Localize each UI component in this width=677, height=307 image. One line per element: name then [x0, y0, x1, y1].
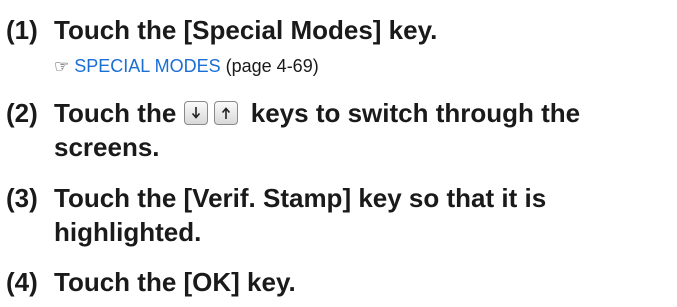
step-text-line-1: Touch the keys to switch through the — [54, 97, 580, 129]
step-text: Touch the [OK] key. — [54, 267, 296, 297]
arrow-up-key-icon — [213, 101, 238, 125]
step-number: (2) — [6, 98, 38, 128]
step-text: Touch the — [54, 98, 177, 128]
step-text-line-2: screens. — [54, 132, 160, 162]
reference-link[interactable]: SPECIAL MODES — [74, 56, 220, 76]
step-text: Touch the [Special Modes] key. — [54, 15, 438, 45]
arrow-down-key-icon — [183, 101, 208, 125]
step-number: (3) — [6, 183, 38, 213]
step-text-line-2: highlighted. — [54, 217, 202, 247]
pointing-hand-icon: ☞ — [54, 57, 70, 76]
step-text: keys to switch through the — [250, 98, 581, 128]
step-number: (1) — [6, 15, 38, 45]
cross-reference: ☞ SPECIAL MODES (page 4-69) — [54, 55, 319, 78]
step-text-line-1: Touch the [Verif. Stamp] key so that it … — [54, 183, 547, 213]
step-number: (4) — [6, 267, 38, 297]
page-reference: (page 4-69) — [225, 56, 319, 76]
